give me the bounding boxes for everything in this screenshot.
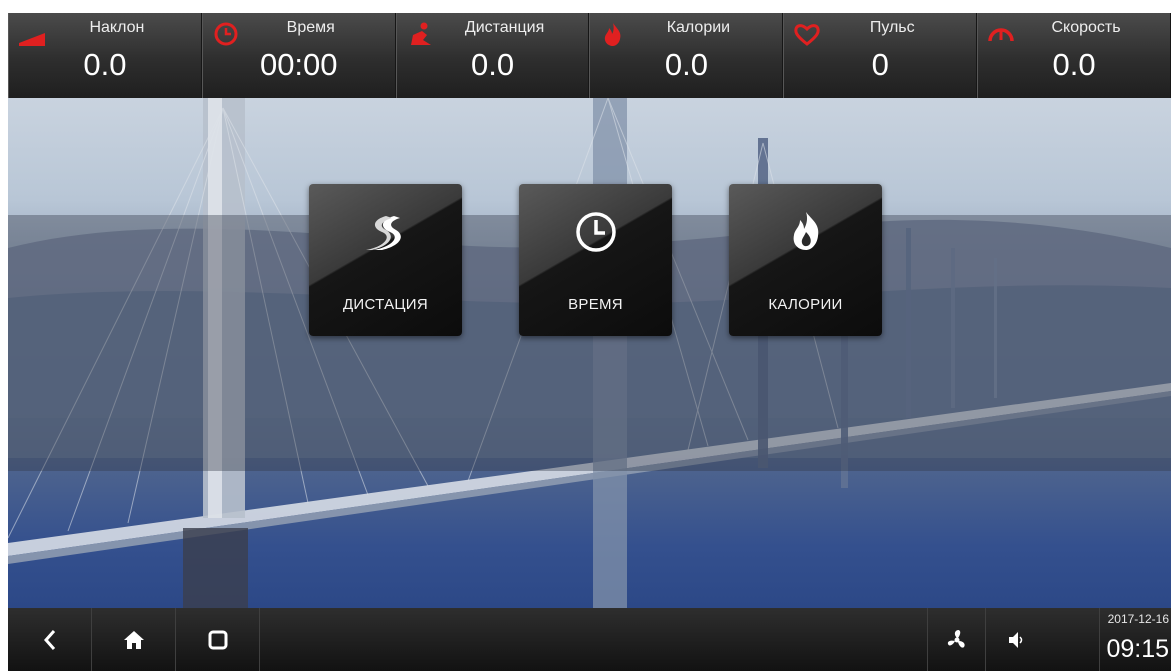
navigation-bar: 2017-12-16 09:15	[8, 608, 1171, 671]
status-clock: 2017-12-16 09:15	[1099, 608, 1171, 671]
stat-speed-label: Скорость	[1051, 19, 1121, 36]
fan-button[interactable]	[927, 608, 985, 671]
recents-icon	[208, 630, 227, 649]
bridge-background	[8, 98, 1171, 608]
stats-bar: Наклон 0.0 Время 00:00 Дистанция 0.0 Кал…	[8, 13, 1171, 98]
mode-time-button[interactable]: ВРЕМЯ	[519, 184, 672, 336]
clock-date: 2017-12-16	[1107, 612, 1169, 626]
stat-distance[interactable]: Дистанция 0.0	[395, 13, 590, 98]
stat-time-value: 00:00	[259, 47, 338, 82]
treadmill-screen: Наклон 0.0 Время 00:00 Дистанция 0.0 Кал…	[0, 13, 1171, 671]
stat-incline-value: 0.0	[83, 47, 127, 82]
stat-distance-value: 0.0	[471, 47, 515, 82]
mode-calories-button[interactable]: КАЛОРИИ	[729, 184, 882, 336]
mode-distance-label: ДИСТАЦИЯ	[342, 296, 429, 313]
stat-distance-label: Дистанция	[464, 19, 545, 36]
stat-calories-value: 0.0	[664, 47, 708, 82]
stat-speed[interactable]: Скорость 0.0	[977, 13, 1171, 98]
stat-calories-label: Калории	[666, 19, 731, 36]
mode-distance-button[interactable]: ДИСТАЦИЯ	[309, 184, 462, 336]
stat-pulse[interactable]: Пульс 0	[783, 13, 978, 98]
recents-button[interactable]	[176, 608, 260, 671]
stat-time[interactable]: Время 00:00	[201, 13, 396, 98]
stat-pulse-value: 0	[871, 47, 889, 82]
stat-incline[interactable]: Наклон 0.0	[8, 13, 202, 98]
volume-icon	[1008, 631, 1022, 648]
stat-speed-value: 0.0	[1052, 47, 1096, 82]
stat-calories[interactable]: Калории 0.0	[589, 13, 784, 98]
road-icon	[366, 216, 401, 250]
mode-calories-label: КАЛОРИИ	[768, 296, 843, 313]
back-button[interactable]	[8, 608, 92, 671]
flame-icon	[793, 212, 819, 250]
home-button[interactable]	[92, 608, 176, 671]
stat-time-label: Время	[286, 19, 335, 36]
clock-icon	[576, 212, 616, 252]
stat-incline-label: Наклон	[89, 19, 145, 36]
fan-icon	[947, 629, 965, 648]
stat-pulse-label: Пульс	[869, 19, 915, 36]
volume-button[interactable]	[985, 608, 1043, 671]
mode-time-label: ВРЕМЯ	[568, 296, 623, 313]
home-icon	[123, 630, 144, 649]
clock-time: 09:15	[1106, 635, 1169, 663]
back-icon	[43, 629, 55, 650]
